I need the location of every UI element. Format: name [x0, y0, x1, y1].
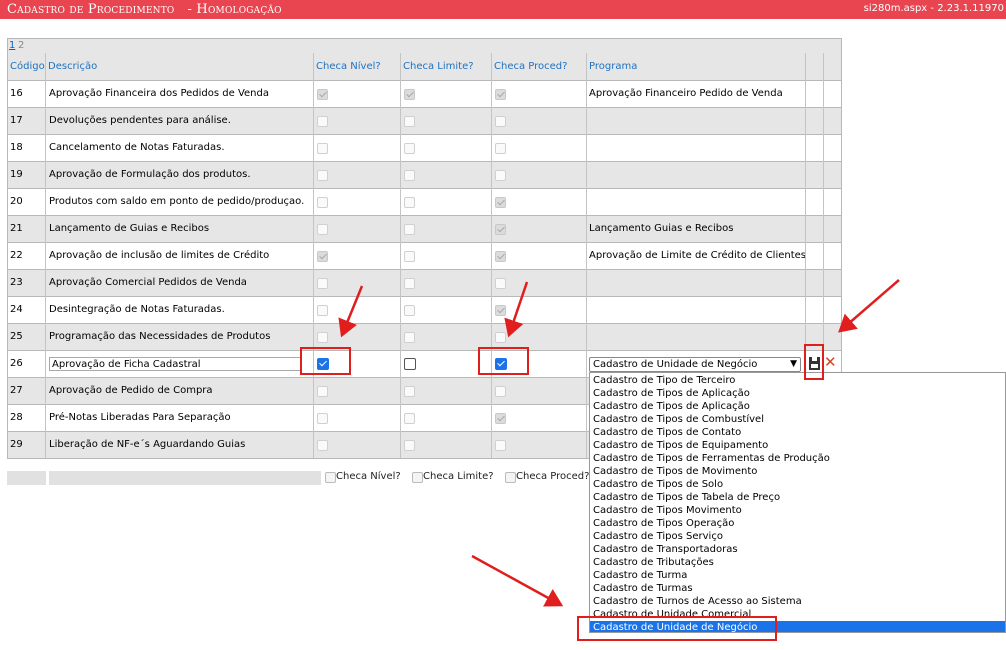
arrow-to-option	[471, 554, 564, 607]
arrow-to-nivel	[338, 285, 364, 338]
arrow-to-save	[838, 279, 900, 333]
arrow-to-proced	[504, 281, 529, 338]
annotation-arrows	[338, 279, 900, 607]
